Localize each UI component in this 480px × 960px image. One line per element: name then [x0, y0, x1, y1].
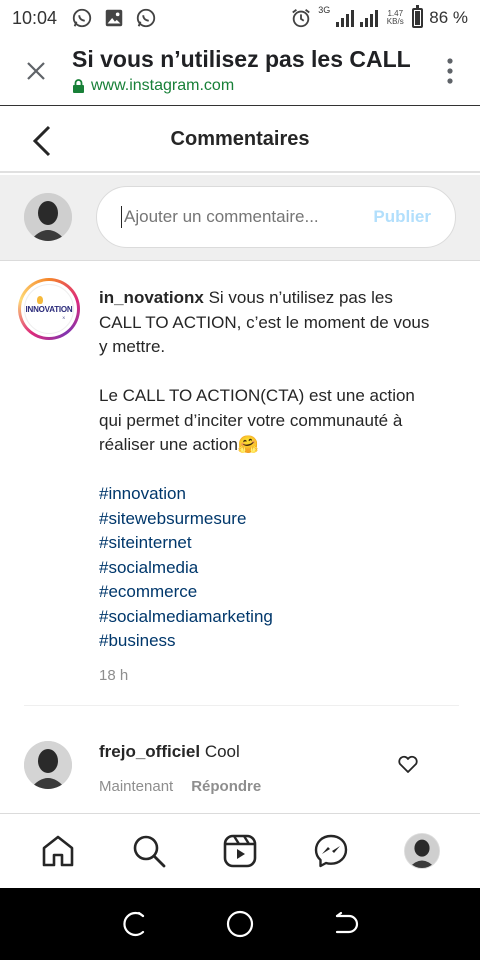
divider — [24, 705, 459, 706]
lightbulb-icon — [37, 296, 43, 304]
user-photo — [405, 834, 440, 868]
hashtag-link[interactable]: #ecommerce — [99, 580, 439, 605]
comment-body: Cool — [204, 742, 240, 761]
nav-search[interactable] — [119, 821, 179, 881]
hashtag-link[interactable]: #socialmediamarketing — [99, 605, 439, 630]
comment-username[interactable]: frejo_officiel — [99, 742, 200, 761]
comment-input[interactable] — [124, 207, 374, 227]
recent-apps-button[interactable] — [113, 904, 153, 944]
system-navigation — [0, 888, 480, 960]
battery-percent: 86 % — [429, 8, 468, 27]
hashtag-link[interactable]: #business — [99, 629, 439, 654]
hashtag-link[interactable]: #innovation — [99, 482, 439, 507]
close-tab-button[interactable] — [0, 36, 72, 106]
recent-apps-icon — [123, 911, 145, 937]
hashtag-link[interactable]: #sitewebsurmesure — [99, 507, 439, 532]
heart-icon[interactable] — [396, 752, 420, 776]
comment-text: frejo_officiel Cool — [99, 742, 240, 762]
messenger-icon — [314, 834, 348, 868]
page-url[interactable]: www.instagram.com — [72, 77, 420, 95]
caption-username[interactable]: in_novationx — [99, 288, 204, 307]
hashtag-link[interactable]: #siteinternet — [99, 531, 439, 556]
nav-messenger[interactable] — [301, 821, 361, 881]
commenter-avatar[interactable] — [24, 741, 72, 789]
header-title: Commentaires — [170, 127, 310, 150]
comments-header: Commentaires — [0, 107, 480, 173]
notification-icons — [71, 7, 157, 29]
comment-time: Maintenant — [99, 778, 174, 795]
brand-logo: INNOVATION X — [24, 284, 74, 334]
page-title: Si vous n’utilisez pas les CALL — [72, 46, 411, 72]
close-icon — [27, 61, 45, 80]
comment-meta: Maintenant Répondre — [99, 778, 261, 795]
custom-tab-toolbar: Si vous n’utilisez pas les CALL www.inst… — [0, 36, 480, 106]
current-user-avatar — [24, 193, 72, 241]
reply-button[interactable]: Répondre — [191, 778, 261, 795]
author-story-ring[interactable]: INNOVATION X — [18, 278, 80, 340]
nav-profile[interactable] — [392, 821, 452, 881]
bottom-navigation — [0, 813, 480, 888]
battery-icon — [412, 5, 424, 28]
status-bar: 10:04 3G 1.47 KB/s 86 % — [0, 0, 480, 36]
user-photo — [24, 741, 72, 789]
alarm-icon — [292, 9, 311, 28]
publish-button[interactable]: Publier — [373, 207, 431, 227]
comment-composer: Publier — [0, 175, 480, 261]
whatsapp-icon — [72, 8, 92, 28]
hashtag-list: #innovation #sitewebsurmesure #siteinter… — [99, 482, 439, 654]
back-nav-button[interactable] — [327, 904, 367, 944]
home-icon — [42, 835, 73, 867]
back-button[interactable] — [22, 121, 62, 161]
nav-reels[interactable] — [210, 821, 270, 881]
reels-icon — [223, 834, 257, 868]
caption-timestamp: 18 h — [99, 666, 129, 684]
browser-menu-button[interactable] — [420, 36, 480, 106]
lock-icon — [73, 78, 84, 93]
network-speed: 1.47 KB/s — [386, 9, 404, 26]
search-icon — [133, 835, 166, 868]
nav-home[interactable] — [28, 821, 88, 881]
chevron-left-icon — [32, 125, 51, 157]
gallery-icon — [105, 9, 123, 27]
url-text: www.instagram.com — [91, 77, 235, 94]
caption-text: in_novationx Si vous n’utilisez pas les … — [99, 286, 439, 688]
home-circle-icon — [226, 910, 254, 938]
comment-input-box[interactable]: Publier — [96, 186, 456, 248]
more-vert-icon — [447, 57, 453, 84]
back-icon — [335, 911, 358, 934]
status-time: 10:04 — [12, 7, 58, 28]
signal-icon — [360, 9, 379, 27]
caption-paragraph-2: Le CALL TO ACTION(CTA) est une action qu… — [99, 386, 415, 454]
profile-avatar — [404, 833, 441, 869]
hashtag-link[interactable]: #socialmedia — [99, 556, 439, 581]
network-type: 3G — [318, 5, 331, 15]
home-button[interactable] — [220, 904, 260, 944]
whatsapp-icon — [136, 8, 156, 28]
user-photo — [24, 193, 72, 241]
text-caret — [121, 206, 122, 228]
signal-icon — [336, 9, 355, 27]
comment-item: frejo_officiel Cool Maintenant Répondre — [0, 738, 480, 813]
